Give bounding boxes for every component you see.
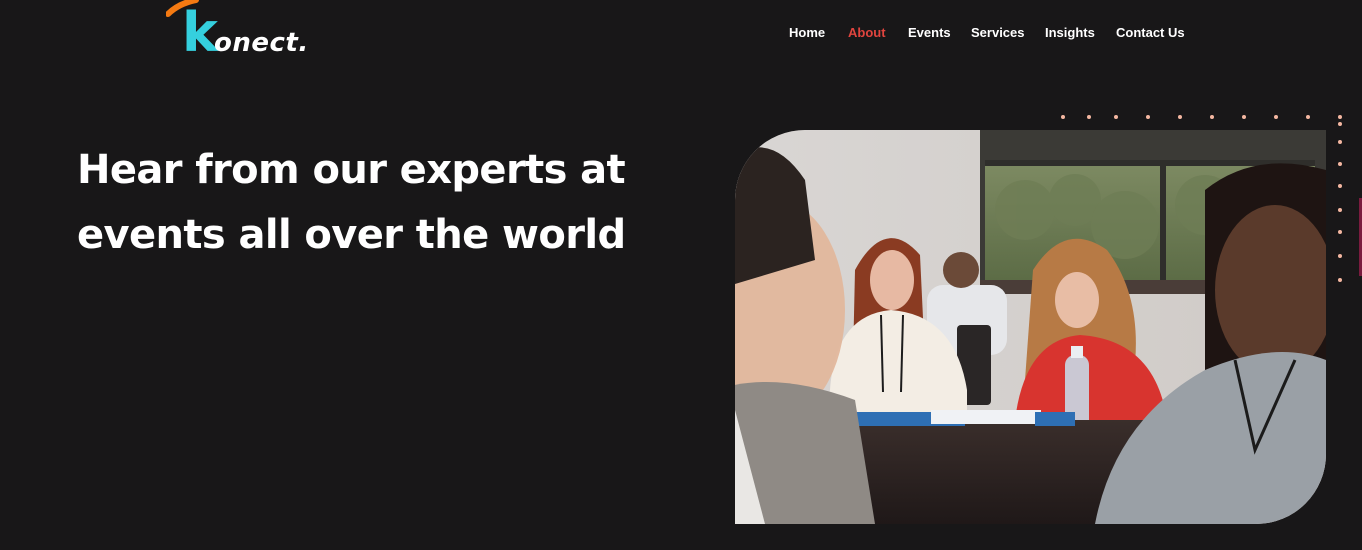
decorative-dots-top bbox=[1061, 115, 1342, 119]
conference-photo-illustration bbox=[735, 130, 1326, 524]
logo-k: k bbox=[182, 1, 218, 64]
brand-logo[interactable]: k onect. bbox=[164, 0, 334, 70]
logo-wordmark: onect. bbox=[214, 28, 309, 58]
hero-title-line-1: Hear from our experts at bbox=[77, 147, 626, 193]
nav-events[interactable]: Events bbox=[908, 25, 951, 40]
nav-contact-us[interactable]: Contact Us bbox=[1116, 25, 1185, 40]
nav-insights[interactable]: Insights bbox=[1045, 25, 1095, 40]
hero-photo bbox=[735, 130, 1326, 524]
decorative-dots-right bbox=[1338, 122, 1342, 282]
nav-home[interactable]: Home bbox=[789, 25, 825, 40]
hero-title: Hear from our experts at events all over… bbox=[77, 138, 657, 268]
nav-about[interactable]: About bbox=[848, 25, 886, 40]
hero-title-line-2: events all over the world bbox=[77, 212, 626, 258]
nav-services[interactable]: Services bbox=[971, 25, 1025, 40]
